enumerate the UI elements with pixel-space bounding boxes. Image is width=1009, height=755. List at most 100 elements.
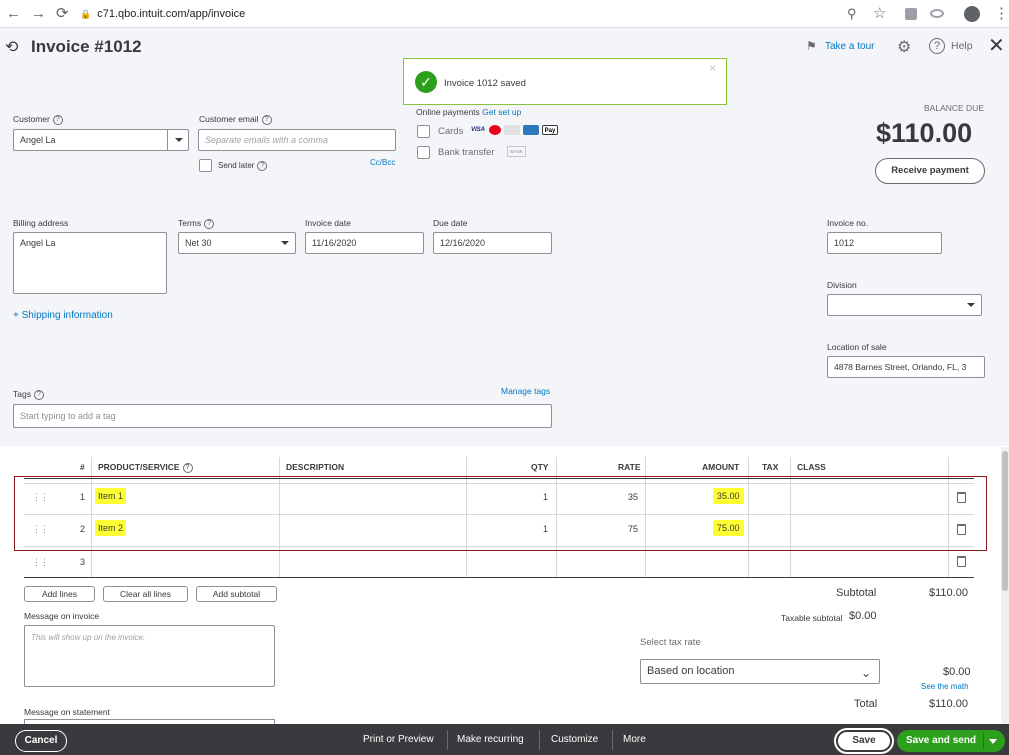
- visa-icon: VISA: [470, 127, 485, 134]
- cancel-button[interactable]: Cancel: [15, 730, 67, 752]
- shipping-information-link[interactable]: + Shipping information: [13, 310, 113, 321]
- info-icon: ?: [52, 114, 63, 125]
- mastercard-icon: [489, 125, 501, 136]
- taxable-subtotal-value: $0.00: [849, 610, 877, 622]
- send-later-checkbox[interactable]: [199, 159, 212, 172]
- address-bar[interactable]: 🔒 c71.qbo.intuit.com/app/invoice: [80, 4, 900, 24]
- online-payments-label: Online payments Get set up: [416, 107, 522, 117]
- customer-email-input[interactable]: Separate emails with a comma: [198, 129, 396, 151]
- card-brands: VISA Pay: [470, 125, 561, 136]
- tour-icon[interactable]: ⚑: [806, 39, 817, 53]
- billing-address-input[interactable]: Angel La: [13, 232, 167, 294]
- extension-icon[interactable]: [905, 8, 917, 20]
- get-set-up-link[interactable]: Get set up: [482, 107, 521, 117]
- close-icon[interactable]: ✕: [988, 33, 1005, 58]
- reload-icon[interactable]: ⟳: [56, 5, 69, 23]
- subtotal-value: $110.00: [929, 587, 968, 599]
- cards-label: Cards: [438, 126, 464, 137]
- info-icon: ?: [33, 389, 44, 400]
- receive-payment-button[interactable]: Receive payment: [875, 158, 985, 184]
- save-button-outline: Save: [834, 728, 894, 754]
- send-later-label: Send later?: [218, 161, 268, 171]
- customer-select[interactable]: Angel La: [13, 129, 189, 151]
- amex-icon: [523, 125, 539, 136]
- zoom-icon[interactable]: ⚲: [847, 5, 857, 23]
- info-icon: ?: [204, 218, 215, 229]
- col-tax-header: TAX: [762, 462, 779, 472]
- location-of-sale-label: Location of sale: [827, 342, 887, 352]
- invoice-no-input[interactable]: 1012: [827, 232, 942, 254]
- info-icon: ?: [182, 462, 193, 473]
- help-label[interactable]: Help: [951, 40, 973, 52]
- col-rate-header: RATE: [618, 462, 641, 472]
- customize-button[interactable]: Customize: [551, 734, 598, 745]
- back-icon[interactable]: ←: [6, 5, 21, 23]
- due-date-label: Due date: [433, 218, 468, 228]
- add-subtotal-button[interactable]: Add subtotal: [196, 586, 277, 602]
- recent-transactions-icon[interactable]: ⟲: [5, 37, 18, 57]
- terms-label: Terms?: [178, 218, 215, 229]
- location-of-sale-input[interactable]: 4878 Barnes Street, Orlando, FL, 3: [827, 356, 985, 378]
- settings-gear-icon[interactable]: ⚙: [897, 37, 911, 57]
- balance-due-label: BALANCE DUE: [924, 103, 984, 113]
- toast-close-icon[interactable]: ×: [709, 61, 716, 75]
- delete-line-icon[interactable]: [957, 556, 966, 567]
- info-icon: ?: [261, 114, 272, 125]
- annotation-box: [14, 476, 987, 551]
- see-the-math-link[interactable]: See the math: [921, 682, 969, 691]
- save-send-dropdown-icon[interactable]: [989, 739, 997, 744]
- url-text: c71.qbo.intuit.com/app/invoice: [97, 8, 246, 20]
- due-date-input[interactable]: 12/16/2020: [433, 232, 552, 254]
- tax-rate-select[interactable]: Based on location ⌄: [640, 659, 880, 684]
- taxable-subtotal-label: Taxable subtotal: [781, 613, 843, 623]
- drag-handle-icon[interactable]: ⋮⋮: [32, 557, 49, 568]
- total-label: Total: [854, 698, 878, 710]
- success-check-icon: ✓: [415, 71, 437, 93]
- forward-icon[interactable]: →: [31, 5, 46, 23]
- chevron-down-icon: ⌄: [860, 666, 871, 680]
- browser-menu-icon[interactable]: ⋮: [994, 5, 1009, 23]
- lock-icon: 🔒: [80, 9, 92, 19]
- discover-icon: [504, 125, 520, 136]
- division-select[interactable]: [827, 294, 982, 316]
- scrollbar-thumb[interactable]: [1002, 451, 1008, 591]
- bank-transfer-label: Bank transfer: [438, 147, 495, 158]
- customer-email-label: Customer email?: [199, 114, 272, 125]
- help-icon[interactable]: ?: [929, 38, 945, 54]
- bank-transfer-checkbox[interactable]: [417, 146, 430, 159]
- info-icon: ?: [257, 161, 268, 171]
- add-lines-button[interactable]: Add lines: [24, 586, 95, 602]
- subtotal-label: Subtotal: [836, 587, 877, 599]
- profile-avatar-icon[interactable]: [964, 6, 980, 22]
- col-amount-header: AMOUNT: [702, 462, 740, 472]
- message-on-invoice-input[interactable]: This will show up on the invoice.: [24, 625, 275, 687]
- save-button[interactable]: Save: [838, 732, 890, 750]
- make-recurring-button[interactable]: Make recurring: [457, 734, 524, 745]
- scrollbar[interactable]: [1001, 447, 1009, 724]
- row-number: 3: [80, 557, 86, 567]
- star-icon[interactable]: ☆: [873, 5, 886, 23]
- print-preview-button[interactable]: Print or Preview: [363, 734, 434, 745]
- invoice-date-label: Invoice date: [305, 218, 351, 228]
- manage-tags-link[interactable]: Manage tags: [501, 386, 550, 396]
- billing-address-label: Billing address: [13, 218, 69, 228]
- tags-input[interactable]: Start typing to add a tag: [13, 404, 552, 428]
- save-and-send-button[interactable]: Save and send: [897, 730, 1005, 752]
- balance-due-amount: $110.00: [876, 118, 973, 148]
- take-tour-link[interactable]: Take a tour: [825, 41, 874, 52]
- toast-message: Invoice 1012 saved: [444, 78, 526, 89]
- terms-select[interactable]: Net 30: [178, 232, 296, 254]
- cc-bcc-link[interactable]: Cc/Bcc: [370, 158, 395, 167]
- more-button[interactable]: More: [623, 734, 646, 745]
- clear-all-lines-button[interactable]: Clear all lines: [103, 586, 188, 602]
- eye-extension-icon[interactable]: [930, 9, 944, 18]
- cards-checkbox[interactable]: [417, 125, 430, 138]
- invoice-date-input[interactable]: 11/16/2020: [305, 232, 424, 254]
- col-num-header: #: [80, 462, 85, 472]
- division-label: Division: [827, 280, 857, 290]
- customer-label: Customer?: [13, 114, 63, 125]
- browser-toolbar: ← → ⟳ 🔒 c71.qbo.intuit.com/app/invoice ⚲ …: [0, 0, 1009, 28]
- col-description-header: DESCRIPTION: [286, 462, 345, 472]
- bank-icon: BANK: [507, 146, 526, 157]
- save-and-send-label: Save and send: [906, 735, 977, 746]
